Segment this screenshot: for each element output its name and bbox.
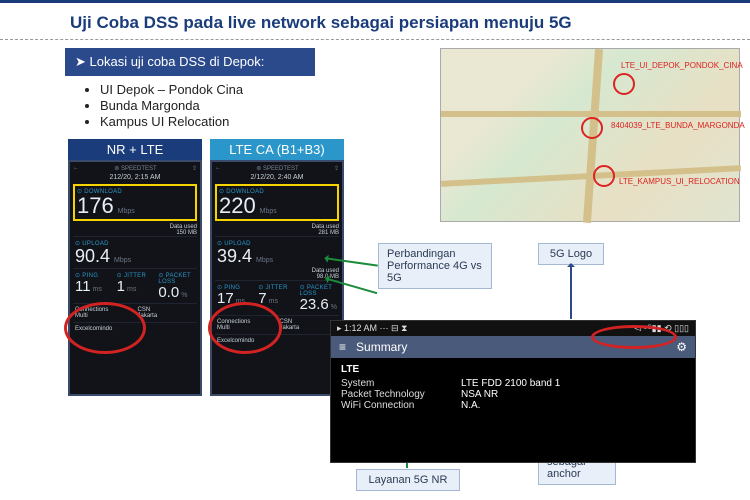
phone-lte-ca: LTE CA (B1+B3) ← ⊚ SPEEDTEST ⇪ 2/12/20, 2:… [210, 139, 344, 396]
phone2-data-used: Data used 281 MB [215, 224, 339, 236]
phone2-conn: Connections Multi [217, 319, 275, 331]
phone1-csn: CSN Jakarta [138, 307, 196, 319]
summary-v1: LTE FDD 2100 band 1 [461, 378, 560, 389]
ms-unit: ms [93, 286, 102, 293]
arrow-icon [570, 265, 572, 319]
annot-layanan-text: Layanan 5G NR [369, 474, 448, 486]
phone2-jitter: 7 [258, 290, 266, 307]
annot-perf-text: Perbandingan Performance 4G vs 5G [387, 248, 482, 284]
annot-layanan: Layanan 5G NR [356, 469, 460, 491]
ms-unit: ms [127, 286, 136, 293]
phone2-op: Excelcomindo [215, 334, 339, 347]
ms-unit: ms [269, 298, 278, 305]
menu-icon[interactable]: ≡ [339, 340, 346, 354]
upload-unit: Mbps [114, 257, 131, 264]
back-icon: ← [73, 165, 79, 172]
download-unit: Mbps [118, 208, 135, 215]
phone2-download: 220 [219, 193, 256, 218]
phone1-data-used: Data used 150 MB [73, 224, 197, 236]
map: LTE_UI_DEPOK_PONDOK_CINA 8404039_LTE_BUN… [440, 48, 740, 222]
phone1-screen: ←⊚ SPEEDTEST⇪ 212/20, 2:15 AM ⊙ DOWNLOAD… [68, 160, 202, 396]
locations-header: ➤ Lokasi uji coba DSS di Depok: [65, 48, 315, 76]
map-label-2: 8404039_LTE_BUNDA_MARGONDA [611, 121, 745, 130]
phone1-op: Excelcomindo [73, 322, 197, 335]
map-label-3: LTE_KAMPUS_UI_RELOCATION [619, 177, 740, 186]
phone2-header: LTE CA (B1+B3) [210, 139, 344, 160]
phone2-speedtest: ⊚ SPEEDTEST [256, 165, 298, 172]
phone1-time: 212/20, 2:15 AM [73, 174, 197, 181]
annot-performance: Perbandingan Performance 4G vs 5G [378, 243, 492, 289]
phone1-speedtest: ⊚ SPEEDTEST [114, 165, 156, 172]
phone2-ping: 17 [217, 290, 234, 307]
share-icon: ⇪ [334, 165, 339, 172]
summary-lte: LTE [341, 364, 685, 375]
summary-v3: N.A. [461, 400, 480, 411]
phone1-loss: 0.0 [158, 284, 179, 301]
summary-v2: NSA NR [461, 389, 498, 400]
summary-status-time: ▸ 1:12 AM ⋯ ⊟ ⧗ [337, 323, 407, 334]
gear-icon[interactable]: ⚙ [676, 340, 687, 354]
phone1-jitter: 1 [117, 278, 125, 295]
phone1-conn: Connections Multi [75, 307, 133, 319]
pct-unit: % [331, 304, 337, 311]
phone1-upload: 90.4 [75, 246, 110, 266]
phone1-header: NR + LTE [68, 139, 202, 160]
phone1-download: 176 [77, 193, 114, 218]
back-icon: ← [215, 165, 221, 172]
summary-k1: System [341, 378, 461, 389]
summary-k2: Packet Technology [341, 389, 461, 400]
summary-panel: ▸ 1:12 AM ⋯ ⊟ ⧗ ◅ ⁵ᴳ▮▮ ⟲ ▯▯▯ ≡ Summary ⚙… [330, 320, 696, 463]
ms-unit: ms [236, 298, 245, 305]
summary-k3: WiFi Connection [341, 400, 461, 411]
summary-status-icons: ◅ ⁵ᴳ▮▮ ⟲ ▯▯▯ [634, 323, 689, 334]
download-unit: Mbps [260, 208, 277, 215]
pct-unit: % [181, 292, 187, 299]
share-icon: ⇪ [192, 165, 197, 172]
page-title: Uji Coba DSS pada live network sebagai p… [0, 3, 750, 40]
phone2-csn: CSN Jakarta [280, 319, 338, 331]
phone-nr-lte: NR + LTE ←⊚ SPEEDTEST⇪ 212/20, 2:15 AM ⊙… [68, 139, 202, 396]
upload-unit: Mbps [256, 257, 273, 264]
phone2-loss: 23.6 [300, 296, 329, 313]
summary-title: Summary [356, 340, 666, 354]
phone1-ping: 11 [75, 278, 91, 295]
phone2-time: 2/12/20, 2:40 AM [215, 174, 339, 181]
phone2-upload: 39.4 [217, 246, 252, 266]
map-label-1: LTE_UI_DEPOK_PONDOK_CINA [621, 61, 743, 70]
